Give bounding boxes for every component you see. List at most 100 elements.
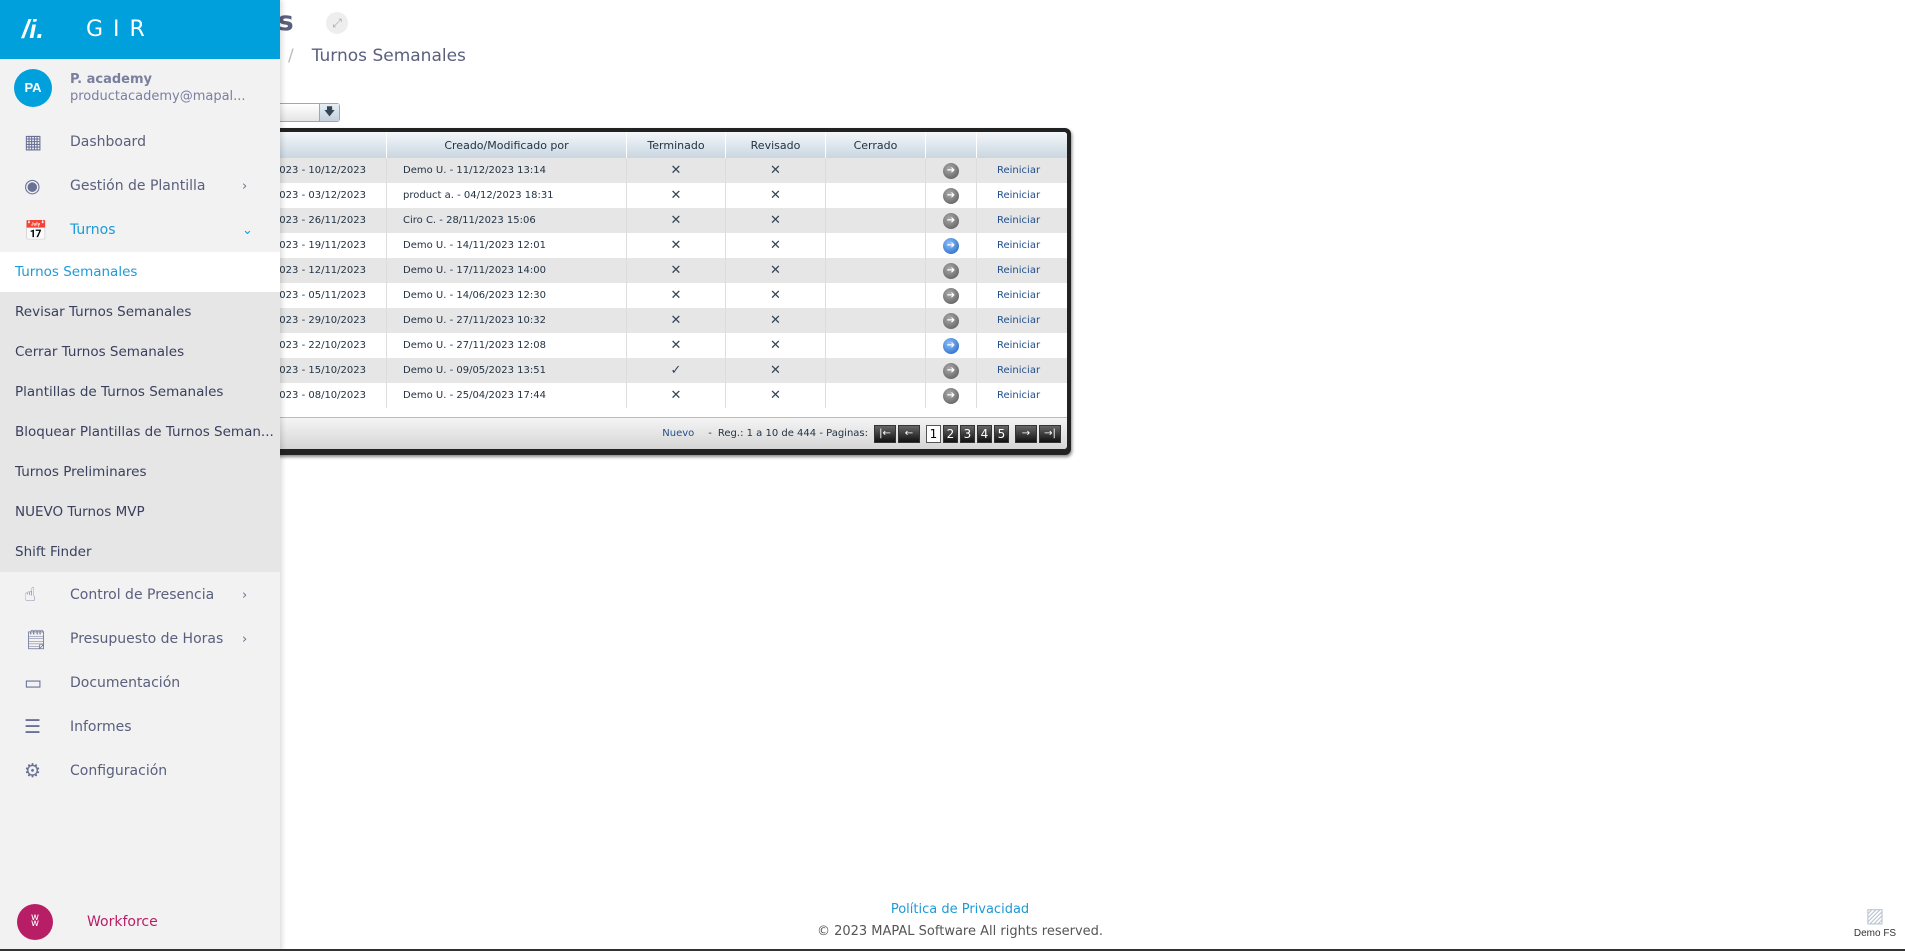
breadcrumb-current: Turnos Semanales [311, 46, 466, 66]
reiniciar-link[interactable]: Reiniciar [976, 158, 1067, 183]
submenu-item[interactable]: Cerrar Turnos Semanales [0, 332, 280, 372]
open-arrow-icon[interactable]: ➔ [943, 263, 959, 279]
revisado-cell: ✕ [725, 158, 826, 183]
terminado-cell: ✕ [626, 308, 726, 333]
first-page-icon[interactable]: |← [874, 424, 896, 443]
revisado-cell: ✕ [725, 383, 826, 408]
sidebar-item-presupuesto-de-horas[interactable]: 🗒 Presupuesto de Horas › [0, 619, 280, 659]
column-header [976, 132, 1067, 158]
user-circle-icon: ◉ [24, 175, 41, 197]
page-button[interactable]: 3 [960, 424, 975, 443]
open-arrow-icon[interactable]: ➔ [943, 188, 959, 204]
shifts-grid: Creado/Modificado por Terminado Revisado Ce… [240, 128, 1071, 455]
modified-by-cell: Demo U. - 27/11/2023 12:08 [386, 333, 627, 358]
chevron-right-icon: › [242, 631, 248, 647]
open-arrow-icon[interactable]: ➔ [943, 388, 959, 404]
cerrado-cell [825, 383, 926, 408]
sidebar-item-label: Gestión de Plantilla [70, 178, 206, 194]
terminado-cell: ✕ [626, 233, 726, 258]
modified-by-cell: Ciro C. - 28/11/2023 15:06 [386, 208, 627, 233]
sidebar-item-label: Turnos [70, 222, 116, 238]
last-page-icon[interactable]: →| [1039, 424, 1061, 443]
cerrado-cell [825, 308, 926, 333]
chevron-down-icon[interactable]: 🡇 [319, 104, 339, 121]
revisado-cell: ✕ [725, 283, 826, 308]
sidebar-item-turnos[interactable]: 📅 Turnos ⌄ [0, 210, 280, 250]
sidebar-item-label: Dashboard [70, 134, 146, 150]
page-button[interactable]: 1 [926, 424, 941, 443]
modified-by-cell: Demo U. - 25/04/2023 17:44 [386, 383, 627, 408]
table-row: 023 - 15/10/2023 Demo U. - 09/05/2023 13… [244, 358, 1067, 383]
submenu-item[interactable]: Turnos Preliminares [0, 452, 280, 492]
next-page-icon[interactable]: → [1015, 424, 1037, 443]
reiniciar-link[interactable]: Reiniciar [976, 383, 1067, 408]
sidebar-item-documentaci-n[interactable]: ▭ Documentación [0, 663, 280, 703]
submenu-item[interactable]: NUEVO Turnos MVP [0, 492, 280, 532]
expand-icon[interactable]: ⤢ [326, 12, 348, 34]
sidebar-item-gesti-n-de-plantilla[interactable]: ◉ Gestión de Plantilla › [0, 166, 280, 206]
table-row: 023 - 10/12/2023 Demo U. - 11/12/2023 13… [244, 158, 1067, 183]
modified-by-cell: Demo U. - 14/11/2023 12:01 [386, 233, 627, 258]
privacy-link[interactable]: Política de Privacidad [700, 902, 1220, 917]
table-row: 023 - 26/11/2023 Ciro C. - 28/11/2023 15… [244, 208, 1067, 233]
reiniciar-link[interactable]: Reiniciar [976, 283, 1067, 308]
user-email: productacademy@mapal... [70, 89, 246, 104]
user-profile[interactable]: PA P. academy productacademy@mapal... [14, 69, 246, 107]
cerrado-cell [825, 283, 926, 308]
submenu-item[interactable]: Turnos Semanales [0, 252, 280, 292]
column-header: Terminado [626, 132, 726, 158]
revisado-cell: ✕ [725, 333, 826, 358]
brand-header: /i. GIR [0, 0, 280, 59]
revisado-cell: ✕ [725, 183, 826, 208]
open-arrow-icon[interactable]: ➔ [943, 313, 959, 329]
page-button[interactable]: 2 [943, 424, 958, 443]
avatar: PA [14, 69, 52, 107]
sidebar-item-dashboard[interactable]: ▦ Dashboard [0, 122, 280, 162]
submenu-item[interactable]: Revisar Turnos Semanales [0, 292, 280, 332]
cerrado-cell [825, 358, 926, 383]
sidebar-item-informes[interactable]: ☰ Informes [0, 707, 280, 747]
submenu-item[interactable]: Plantillas de Turnos Semanales [0, 372, 280, 412]
reiniciar-link[interactable]: Reiniciar [976, 258, 1067, 283]
open-arrow-icon[interactable]: ➔ [943, 288, 959, 304]
pager-dash: - [708, 428, 712, 439]
modified-by-cell: Demo U. - 27/11/2023 10:32 [386, 308, 627, 333]
revisado-cell: ✕ [725, 358, 826, 383]
sidebar-item-configuraci-n[interactable]: ⚙ Configuración [0, 751, 280, 791]
open-arrow-icon[interactable]: ➔ [943, 163, 959, 179]
budget-clock-icon: 🗒 [24, 628, 49, 651]
new-link[interactable]: Nuevo [662, 428, 694, 439]
hand-pointer-icon: ☝ [24, 584, 36, 606]
chevron-right-icon: › [242, 178, 248, 194]
column-header: Cerrado [825, 132, 926, 158]
prev-page-icon[interactable]: ← [898, 424, 920, 443]
cerrado-cell [825, 208, 926, 233]
gear-icon: ⚙ [24, 760, 42, 782]
table-row: 023 - 05/11/2023 Demo U. - 14/06/2023 12… [244, 283, 1067, 308]
sidebar-item-control-de-presencia[interactable]: ☝ Control de Presencia › [0, 575, 280, 615]
submenu-item[interactable]: Bloquear Plantillas de Turnos Seman... [0, 412, 280, 452]
terminado-cell: ✓ [626, 358, 726, 383]
page-button[interactable]: 4 [977, 424, 992, 443]
reiniciar-link[interactable]: Reiniciar [976, 358, 1067, 383]
reiniciar-link[interactable]: Reiniciar [976, 183, 1067, 208]
terminado-cell: ✕ [626, 208, 726, 233]
page-button[interactable]: 5 [994, 424, 1009, 443]
column-header: Creado/Modificado por [386, 132, 627, 158]
table-row: 023 - 19/11/2023 Demo U. - 14/11/2023 12… [244, 233, 1067, 258]
open-arrow-icon[interactable]: ➔ [943, 213, 959, 229]
open-arrow-icon[interactable]: ➔ [943, 238, 959, 254]
sidebar-item-label: Documentación [70, 675, 181, 691]
environment-badge: ▨ Demo FS [1850, 903, 1900, 939]
workforce-link[interactable]: ʬ Workforce [17, 904, 158, 940]
pager: Nuevo - Reg.: 1 a 10 de 444 - Paginas: |… [244, 417, 1067, 449]
submenu-item[interactable]: Shift Finder [0, 532, 280, 572]
open-arrow-icon[interactable]: ➔ [943, 338, 959, 354]
reiniciar-link[interactable]: Reiniciar [976, 233, 1067, 258]
modified-by-cell: product a. - 04/12/2023 18:31 [386, 183, 627, 208]
reiniciar-link[interactable]: Reiniciar [976, 208, 1067, 233]
reiniciar-link[interactable]: Reiniciar [976, 333, 1067, 358]
revisado-cell: ✕ [725, 233, 826, 258]
reiniciar-link[interactable]: Reiniciar [976, 308, 1067, 333]
open-arrow-icon[interactable]: ➔ [943, 363, 959, 379]
